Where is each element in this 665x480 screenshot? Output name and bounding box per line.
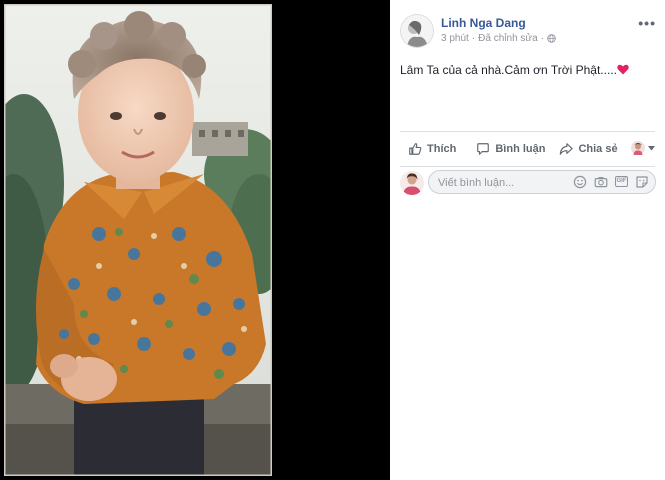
- camera-icon[interactable]: [594, 175, 608, 189]
- red-heart-icon: [617, 64, 629, 75]
- globe-icon: [547, 34, 556, 43]
- actions-bottom-divider: [400, 166, 655, 167]
- author-name[interactable]: Linh Nga Dang: [441, 16, 526, 30]
- post-text-row: Lâm Ta của cả nhà.Cảm ơn Trời Phật.....: [400, 63, 629, 77]
- emoji-icon[interactable]: [573, 175, 587, 189]
- more-horizontal-icon[interactable]: •••: [638, 16, 656, 30]
- post-meta: 3 phút · Đã chỉnh sửa ·: [441, 33, 556, 44]
- post-side-panel: Linh Nga Dang 3 phút · Đã chỉnh sửa · ••…: [390, 0, 665, 480]
- post-actions-bar: Thích Bình luận Chia sẻ: [400, 134, 655, 164]
- share-arrow-icon: [560, 143, 574, 155]
- comment-bubble-icon: [477, 143, 490, 155]
- commenter-avatar[interactable]: [400, 171, 424, 195]
- user-avatar-small-icon: [631, 141, 645, 155]
- edited-label[interactable]: Đã chỉnh sửa: [478, 33, 538, 44]
- comment-button[interactable]: Bình luận: [476, 142, 545, 156]
- actions-top-divider: [400, 131, 655, 132]
- post-photo: [4, 4, 272, 476]
- commenter-avatar-image: [400, 171, 424, 195]
- meta-separator: ·: [471, 33, 476, 44]
- comment-input[interactable]: [438, 175, 558, 190]
- chevron-down-icon: [648, 145, 655, 150]
- author-avatar[interactable]: [400, 14, 434, 48]
- comment-box: GIF: [428, 170, 656, 194]
- post-time[interactable]: 3 phút: [441, 33, 469, 44]
- like-label: Thích: [427, 143, 457, 155]
- post-message: Lâm Ta của cả nhà.Cảm ơn Trời Phật.....: [400, 63, 617, 77]
- like-button[interactable]: Thích: [408, 142, 456, 156]
- photo-viewer[interactable]: [0, 0, 390, 480]
- gif-icon[interactable]: GIF: [615, 176, 628, 187]
- comment-tools: GIF: [573, 175, 649, 189]
- sticker-icon[interactable]: [635, 175, 649, 189]
- author-avatar-image: [401, 15, 433, 47]
- reaction-audience-picker[interactable]: [631, 141, 655, 155]
- comment-label: Bình luận: [495, 143, 546, 155]
- meta-separator-2: ·: [540, 33, 545, 44]
- child-photo-illustration: [4, 4, 272, 476]
- share-button[interactable]: Chia sẻ: [559, 142, 618, 156]
- thumbs-up-icon: [409, 143, 422, 155]
- comment-composer: GIF: [400, 170, 658, 196]
- post-header: Linh Nga Dang 3 phút · Đã chỉnh sửa · ••…: [400, 14, 658, 48]
- share-label: Chia sẻ: [578, 143, 618, 155]
